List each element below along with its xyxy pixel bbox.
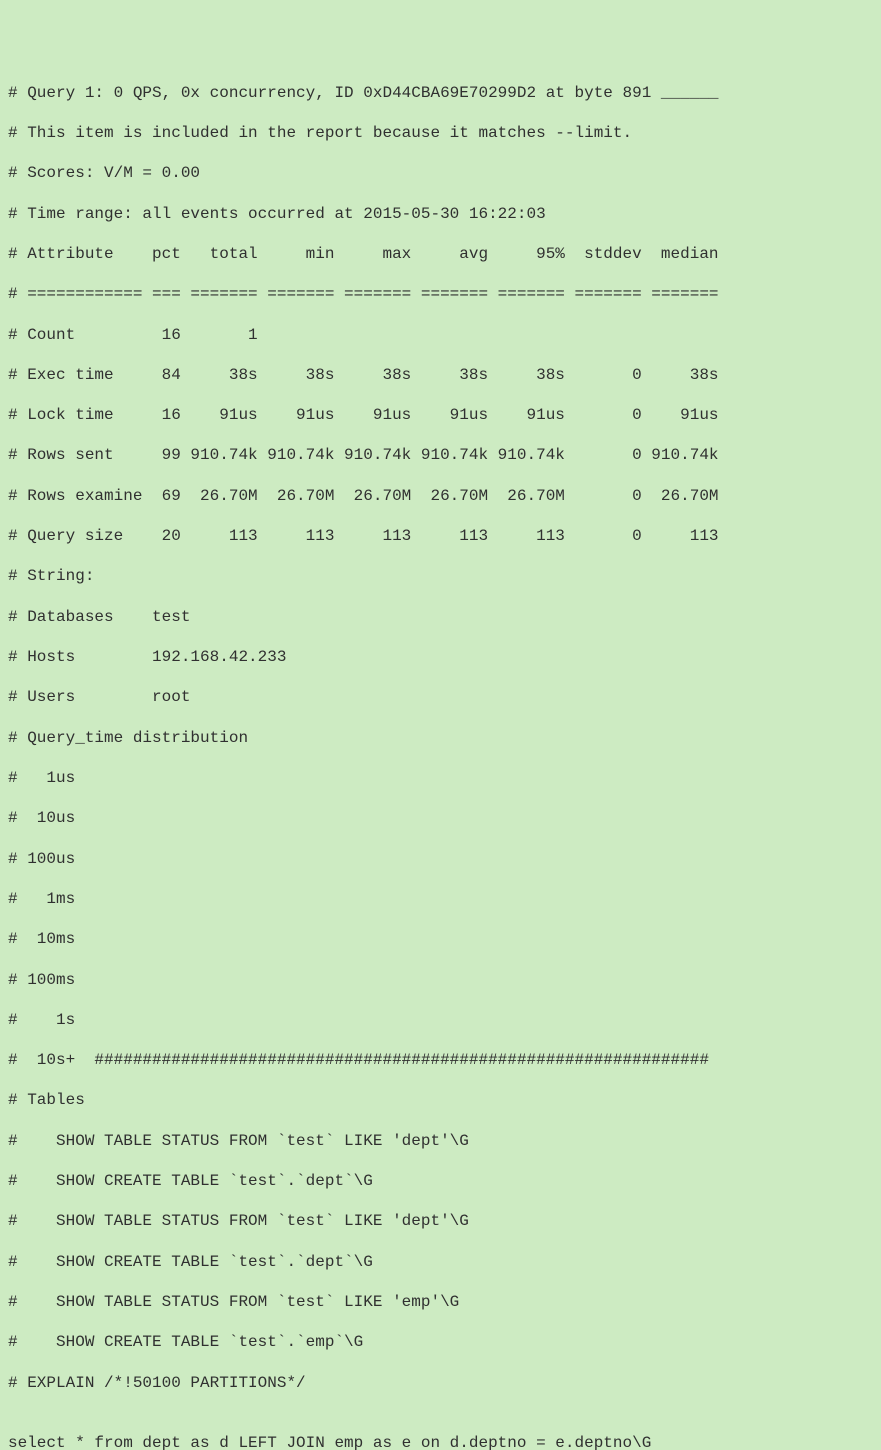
databases-line: # Databases test — [8, 607, 873, 627]
show-table-status-dept-2: # SHOW TABLE STATUS FROM `test` LIKE 'de… — [8, 1211, 873, 1231]
show-create-table-dept-2: # SHOW CREATE TABLE `test`.`dept`\G — [8, 1252, 873, 1272]
bucket-1s: # 1s — [8, 1010, 873, 1030]
bucket-1us: # 1us — [8, 768, 873, 788]
exec-time-row: # Exec time 84 38s 38s 38s 38s 38s 0 38s — [8, 365, 873, 385]
explain-line: # EXPLAIN /*!50100 PARTITIONS*/ — [8, 1373, 873, 1393]
time-range-line: # Time range: all events occurred at 201… — [8, 204, 873, 224]
tables-header: # Tables — [8, 1090, 873, 1110]
bucket-100ms: # 100ms — [8, 970, 873, 990]
sql-query-line: select * from dept as d LEFT JOIN emp as… — [8, 1433, 873, 1450]
lock-time-row: # Lock time 16 91us 91us 91us 91us 91us … — [8, 405, 873, 425]
bucket-10us: # 10us — [8, 808, 873, 828]
bucket-10s-plus: # 10s+ #################################… — [8, 1050, 873, 1070]
attribute-table-divider: # ============ === ======= ======= =====… — [8, 284, 873, 304]
rows-examine-row: # Rows examine 69 26.70M 26.70M 26.70M 2… — [8, 486, 873, 506]
hosts-line: # Hosts 192.168.42.233 — [8, 647, 873, 667]
show-create-table-emp: # SHOW CREATE TABLE `test`.`emp`\G — [8, 1332, 873, 1352]
bucket-10ms: # 10ms — [8, 929, 873, 949]
query-size-row: # Query size 20 113 113 113 113 113 0 11… — [8, 526, 873, 546]
query-header-line: # Query 1: 0 QPS, 0x concurrency, ID 0xD… — [8, 83, 873, 103]
bucket-100us: # 100us — [8, 849, 873, 869]
scores-line: # Scores: V/M = 0.00 — [8, 163, 873, 183]
distribution-header: # Query_time distribution — [8, 728, 873, 748]
show-create-table-dept-1: # SHOW CREATE TABLE `test`.`dept`\G — [8, 1171, 873, 1191]
show-table-status-emp: # SHOW TABLE STATUS FROM `test` LIKE 'em… — [8, 1292, 873, 1312]
inclusion-reason-line: # This item is included in the report be… — [8, 123, 873, 143]
users-line: # Users root — [8, 687, 873, 707]
string-header: # String: — [8, 566, 873, 586]
bucket-1ms: # 1ms — [8, 889, 873, 909]
show-table-status-dept-1: # SHOW TABLE STATUS FROM `test` LIKE 'de… — [8, 1131, 873, 1151]
attribute-table-header: # Attribute pct total min max avg 95% st… — [8, 244, 873, 264]
rows-sent-row: # Rows sent 99 910.74k 910.74k 910.74k 9… — [8, 445, 873, 465]
count-row: # Count 16 1 — [8, 325, 873, 345]
